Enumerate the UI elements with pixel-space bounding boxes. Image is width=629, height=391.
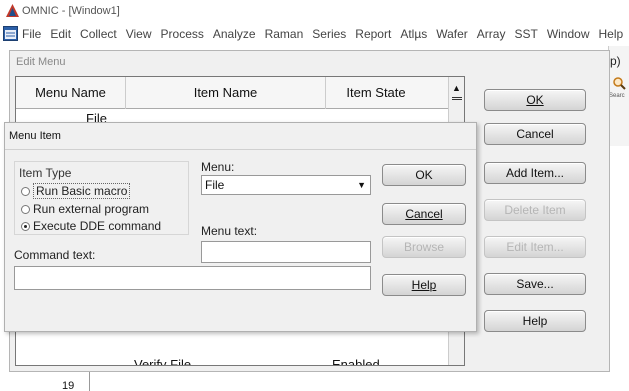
edit-menu-help-button[interactable]: Help bbox=[484, 310, 586, 332]
browse-label: Browse bbox=[403, 240, 444, 254]
menu-analyze[interactable]: Analyze bbox=[213, 27, 256, 41]
search-icon[interactable] bbox=[612, 76, 626, 90]
delete-item-label: Delete Item bbox=[504, 203, 566, 217]
cell-item-state: Enabled bbox=[332, 357, 380, 366]
table-row[interactable]: Verify File... Enabled bbox=[16, 357, 448, 366]
help-label: Help bbox=[411, 278, 437, 292]
menu-text-input[interactable] bbox=[201, 241, 371, 263]
edit-item-label: Edit Item... bbox=[506, 240, 564, 254]
save-button[interactable]: Save... bbox=[484, 273, 586, 295]
menu-select-value: File bbox=[205, 178, 225, 192]
menu-sst[interactable]: SST bbox=[514, 27, 537, 41]
cancel-label: Cancel bbox=[405, 207, 443, 221]
row-number: 19 bbox=[62, 380, 75, 391]
app-title: OMNIC - [Window1] bbox=[22, 5, 120, 17]
menu-window[interactable]: Window bbox=[547, 27, 590, 41]
menu-item-ok-button[interactable]: OK bbox=[382, 164, 466, 186]
menu-wafer[interactable]: Wafer bbox=[436, 27, 468, 41]
menu-view[interactable]: View bbox=[126, 27, 152, 41]
browse-button[interactable]: Browse bbox=[382, 236, 466, 258]
edit-menu-ok-button[interactable]: OK bbox=[484, 89, 586, 111]
item-type-group: Item Type Run Basic macro Run external p… bbox=[14, 161, 189, 235]
save-label: Save... bbox=[516, 277, 554, 291]
cancel-label: Cancel bbox=[516, 127, 554, 141]
radio-run-basic-macro[interactable]: Run Basic macro bbox=[21, 183, 131, 199]
add-item-button[interactable]: Add Item... bbox=[484, 162, 586, 184]
menu-file[interactable]: File bbox=[22, 27, 41, 41]
column-header-item-state[interactable]: Item State bbox=[326, 77, 426, 109]
ok-label: OK bbox=[526, 93, 544, 107]
menu-label: Menu: bbox=[201, 160, 235, 174]
menu-atlus[interactable]: Atlµs bbox=[400, 27, 427, 41]
app-title-bar: OMNIC - [Window1] bbox=[0, 0, 629, 22]
menu-edit[interactable]: Edit bbox=[50, 27, 71, 41]
omnic-logo-icon bbox=[6, 4, 19, 17]
cell-item-name: Verify File... bbox=[134, 357, 202, 366]
help-label: Help bbox=[522, 314, 548, 328]
menu-collect[interactable]: Collect bbox=[80, 27, 117, 41]
menu-report[interactable]: Report bbox=[355, 27, 391, 41]
scroll-thumb[interactable] bbox=[452, 97, 462, 100]
command-text-input[interactable] bbox=[14, 266, 371, 290]
column-header-item-name[interactable]: Item Name bbox=[126, 77, 326, 109]
scroll-up-arrow-icon[interactable]: ▲ bbox=[452, 83, 461, 93]
background-title-fragment: p) bbox=[610, 54, 621, 68]
table-header: Menu Name Item Name Item State bbox=[16, 77, 448, 109]
menu-raman[interactable]: Raman bbox=[265, 27, 304, 41]
radio-execute-dde-command[interactable]: Execute DDE command bbox=[21, 219, 161, 233]
menu-bar: File Edit Collect View Process Analyze R… bbox=[0, 22, 629, 46]
radio-label: Run external program bbox=[33, 202, 150, 216]
menu-help[interactable]: Help bbox=[599, 27, 624, 41]
menu-item-title: Menu Item bbox=[9, 130, 61, 142]
radio-label: Run Basic macro bbox=[33, 183, 131, 199]
background-toolbar-fragment: p) Searc bbox=[608, 46, 629, 146]
menu-item-cancel-button[interactable]: Cancel bbox=[382, 203, 466, 225]
radio-selected-icon[interactable] bbox=[21, 222, 30, 231]
radio-icon[interactable] bbox=[21, 205, 30, 214]
menu-item-dialog: Menu Item Item Type Run Basic macro Run … bbox=[4, 122, 477, 332]
add-item-label: Add Item... bbox=[505, 166, 565, 180]
search-label: Searc bbox=[609, 93, 625, 99]
menu-array[interactable]: Array bbox=[477, 27, 506, 41]
menu-process[interactable]: Process bbox=[161, 27, 204, 41]
ok-label: OK bbox=[415, 168, 433, 182]
edit-menu-title: Edit Menu bbox=[16, 56, 66, 68]
menu-text-label: Menu text: bbox=[201, 224, 258, 238]
chevron-down-icon[interactable]: ▼ bbox=[357, 176, 366, 194]
title-divider bbox=[5, 149, 476, 150]
radio-icon[interactable] bbox=[21, 187, 30, 196]
item-type-label: Item Type bbox=[19, 166, 72, 180]
delete-item-button[interactable]: Delete Item bbox=[484, 199, 586, 221]
menu-select[interactable]: File ▼ bbox=[201, 175, 371, 195]
radio-run-external-program[interactable]: Run external program bbox=[21, 202, 149, 216]
menu-series[interactable]: Series bbox=[312, 27, 346, 41]
column-header-menu-name[interactable]: Menu Name bbox=[16, 77, 126, 109]
command-text-label: Command text: bbox=[14, 248, 96, 262]
menu-item-help-button[interactable]: Help bbox=[382, 274, 466, 296]
edit-item-button[interactable]: Edit Item... bbox=[484, 236, 586, 258]
radio-label: Execute DDE command bbox=[33, 219, 162, 233]
window-menu-icon[interactable] bbox=[3, 26, 18, 41]
edit-menu-cancel-button[interactable]: Cancel bbox=[484, 123, 586, 145]
